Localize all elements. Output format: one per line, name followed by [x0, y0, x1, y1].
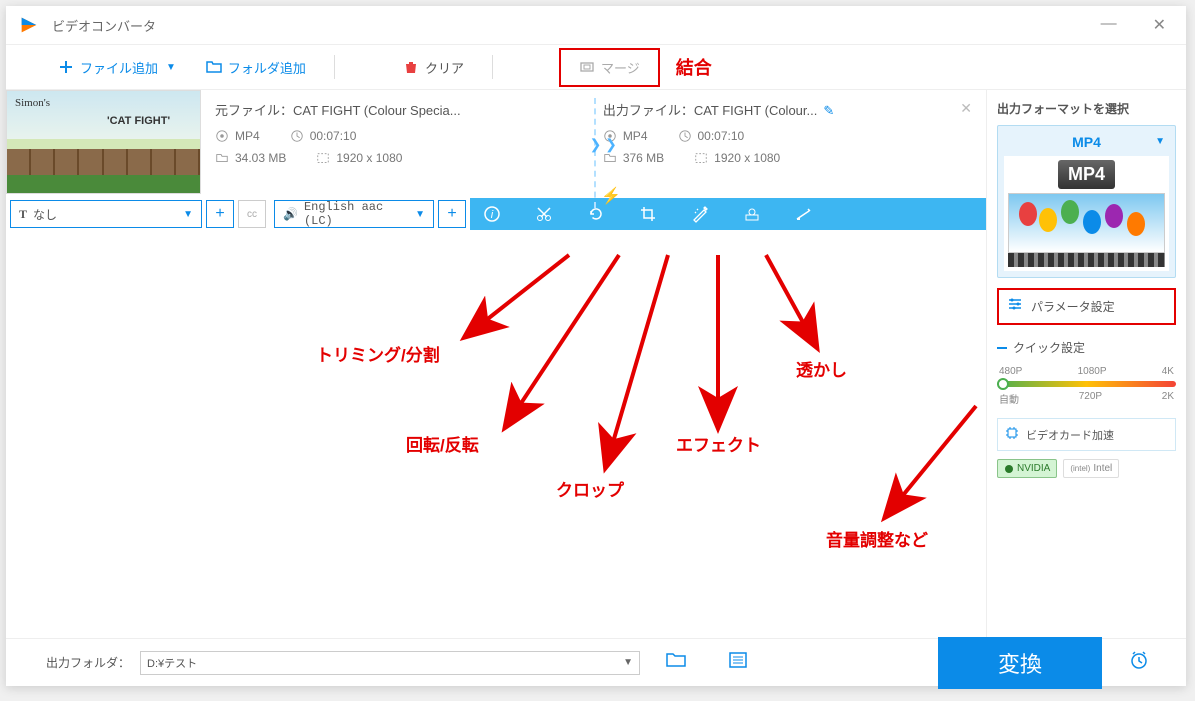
- hardware-accel-button[interactable]: ビデオカード加速: [997, 418, 1176, 451]
- thumb-author: Simon's: [15, 97, 50, 109]
- folder-icon: [206, 59, 222, 75]
- right-panel: 出力フォーマットを選択 MP4 ▼ MP4: [986, 90, 1186, 638]
- add-file-button[interactable]: ファイル追加 ▼: [46, 52, 188, 83]
- list-button[interactable]: [712, 647, 764, 678]
- bolt-icon: ⚡: [601, 186, 621, 206]
- format-selector[interactable]: MP4 ▼ MP4: [997, 125, 1176, 278]
- intel-badge: (intel)Intel: [1063, 459, 1119, 478]
- quality-720p: 720P: [1079, 391, 1102, 406]
- quality-480p: 480P: [999, 366, 1022, 377]
- merge-button[interactable]: マージ: [567, 52, 652, 83]
- chip-icon: [1004, 425, 1020, 444]
- output-resolution: 1920 x 1080: [694, 151, 780, 165]
- quick-settings-title: クイック設定: [997, 339, 1176, 356]
- merge-button-highlight: マージ: [559, 48, 660, 87]
- output-size: 376 MB: [603, 151, 664, 165]
- subtitle-value: なし: [33, 206, 57, 223]
- settings-icon: [1007, 296, 1023, 317]
- remove-file-button[interactable]: ✕: [960, 100, 972, 117]
- arrow-icon: ❯ ❯: [590, 136, 617, 153]
- chevron-down-icon: ▼: [183, 209, 193, 220]
- bottom-bar: 出力フォルダ： D:¥テスト ▼ 変換: [6, 638, 1186, 686]
- chevron-down-icon[interactable]: ▼: [166, 62, 176, 73]
- format-preview: MP4: [1004, 156, 1169, 271]
- app-title: ビデオコンバータ: [52, 16, 156, 35]
- open-folder-button[interactable]: [650, 647, 702, 678]
- add-folder-label: フォルダ追加: [228, 58, 306, 77]
- parameter-settings-button[interactable]: パラメータ設定: [997, 288, 1176, 325]
- format-badge: MP4: [1058, 160, 1115, 189]
- clear-label: クリア: [425, 58, 464, 77]
- nvidia-badge: NVIDIA: [997, 459, 1057, 478]
- plus-icon: [58, 59, 74, 75]
- trash-icon: [403, 59, 419, 75]
- source-resolution: 1920 x 1080: [316, 151, 402, 165]
- toolbar: ファイル追加 ▼ フォルダ追加 クリア マージ 結合: [6, 44, 1186, 90]
- add-folder-button[interactable]: フォルダ追加: [194, 52, 318, 83]
- video-thumbnail[interactable]: Simon's 'CAT FIGHT': [6, 90, 201, 194]
- thumb-title-text: 'CAT FIGHT': [107, 115, 170, 127]
- param-settings-label: パラメータ設定: [1031, 298, 1115, 315]
- output-folder-label: 出力フォルダ：: [46, 654, 130, 671]
- subtitle-select[interactable]: T なし ▼: [10, 200, 202, 228]
- output-file-name: 出力ファイル：CAT FIGHT (Colour...✎: [603, 100, 946, 119]
- output-duration: 00:07:10: [678, 129, 745, 143]
- window-controls: — ✕: [1093, 11, 1174, 39]
- chevron-down-icon: ▼: [1155, 136, 1165, 147]
- schedule-button[interactable]: [1112, 643, 1166, 683]
- logo-icon: [18, 14, 40, 36]
- source-duration: 00:07:10: [290, 129, 357, 143]
- chevron-down-icon: ▼: [623, 657, 633, 668]
- merge-icon: [579, 59, 595, 75]
- format-panel-title: 出力フォーマットを選択: [997, 100, 1176, 117]
- quality-slider[interactable]: 480P 1080P 4K 自動 720P 2K: [997, 366, 1176, 406]
- format-name: MP4: [1072, 134, 1101, 150]
- quality-auto: 自動: [999, 391, 1019, 406]
- convert-button[interactable]: 変換: [938, 637, 1102, 689]
- minimize-button[interactable]: —: [1093, 11, 1125, 39]
- merge-label: マージ: [601, 58, 640, 77]
- source-format: MP4: [215, 129, 260, 143]
- hw-accel-label: ビデオカード加速: [1026, 427, 1114, 443]
- quality-1080p: 1080P: [1078, 366, 1107, 377]
- add-file-label: ファイル追加: [80, 58, 158, 77]
- close-button[interactable]: ✕: [1145, 11, 1174, 39]
- output-folder-select[interactable]: D:¥テスト ▼: [140, 651, 640, 675]
- edit-name-button[interactable]: ✎: [823, 103, 834, 118]
- app-logo: ビデオコンバータ: [18, 14, 156, 36]
- titlebar: ビデオコンバータ — ✕: [6, 6, 1186, 44]
- source-file-name: 元ファイル：CAT FIGHT (Colour Specia...: [215, 100, 578, 119]
- slider-knob[interactable]: [997, 378, 1009, 390]
- clear-button[interactable]: クリア: [391, 52, 476, 83]
- output-path: D:¥テスト: [147, 655, 197, 671]
- quality-4k: 4K: [1162, 366, 1174, 377]
- source-size: 34.03 MB: [215, 151, 286, 165]
- annotation-merge: 結合: [676, 54, 712, 80]
- quality-2k: 2K: [1162, 391, 1174, 406]
